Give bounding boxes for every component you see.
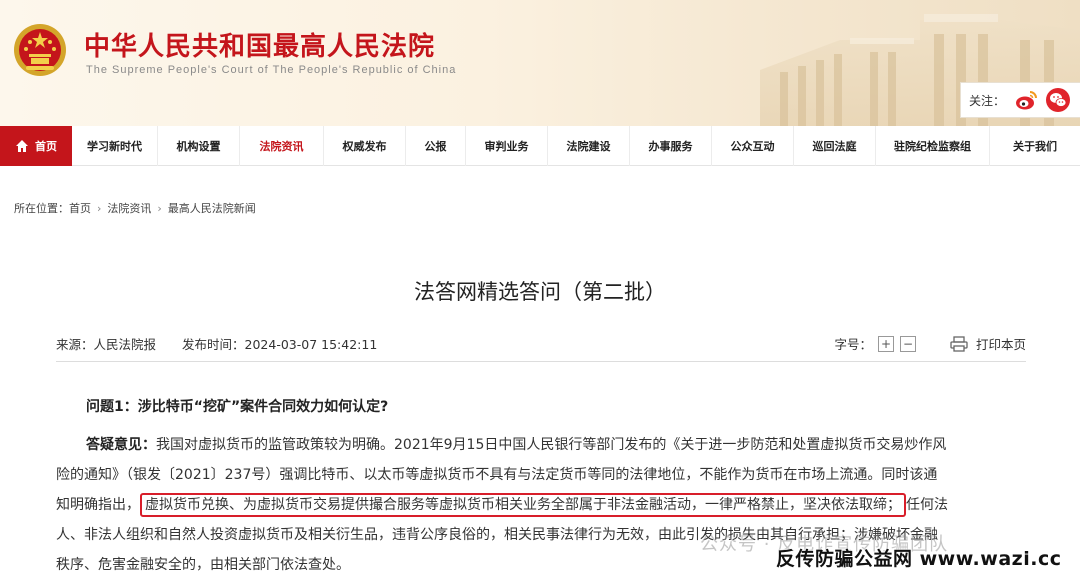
body-text-line-1: 我国对虚拟货币的监管政策较为明确。2021年9月15日中国人民银行等部门发布的《…: [156, 437, 947, 453]
print-label: 打印本页: [975, 337, 1026, 352]
nav-item-court-building[interactable]: 法院建设: [548, 126, 630, 166]
body-text-line-3-post: 任何法: [906, 497, 948, 513]
nav-item-interaction[interactable]: 公众互动: [712, 126, 794, 166]
nav-item-court-news[interactable]: 法院资讯: [240, 126, 324, 166]
breadcrumb-home[interactable]: 首页: [69, 200, 91, 216]
font-decrease-button[interactable]: −: [899, 335, 916, 352]
nav-item-trial[interactable]: 审判业务: [466, 126, 548, 166]
follow-bar: 关注：: [960, 82, 1080, 118]
nav-item-study[interactable]: 学习新时代: [72, 126, 158, 166]
nav-item-releases[interactable]: 权威发布: [324, 126, 406, 166]
breadcrumb-spc-news[interactable]: 最高人民法院新闻: [168, 200, 256, 216]
nav-item-home[interactable]: 首页: [0, 126, 72, 166]
breadcrumb-separator: ›: [157, 201, 162, 215]
body-text-line-2: 险的通知》（银发〔2021〕237号）强调比特币、以太币等虚拟货币不具有与法定货…: [56, 467, 938, 483]
site-title: 中华人民共和国最高人民法院: [84, 32, 436, 62]
nav-item-discipline[interactable]: 驻院纪检监察组: [876, 126, 990, 166]
breadcrumb: 所在位置： 首页 › 法院资讯 › 最高人民法院新闻: [14, 200, 256, 216]
home-icon: [16, 140, 28, 152]
nav-item-circuit-court[interactable]: 巡回法庭: [794, 126, 876, 166]
body-line: 答疑意见：我国对虚拟货币的监管政策较为明确。2021年9月15日中国人民银行等部…: [56, 430, 1024, 460]
watermark-brand: 反传防骗公益网 www.wazi.cc: [776, 548, 1062, 570]
body-text-line-3-pre: 知明确指出，: [56, 497, 140, 513]
site-subtitle: The Supreme People's Court of The People…: [86, 64, 457, 76]
article-meta-bar: 来源：人民法院报 发布时间：2024-03-07 15:42:11 字号： + …: [56, 326, 1026, 362]
site-header: 中华人民共和国最高人民法院 The Supreme People's Court…: [0, 0, 1080, 126]
article-source: 来源：人民法院报: [56, 337, 157, 352]
article-title: 法答网精选答问（第二批）: [414, 280, 666, 304]
body-line: 知明确指出， 虚拟货币兑换、为虚拟货币交易提供撮合服务等虚拟货币相关业务全部属于非…: [56, 490, 1024, 520]
print-button[interactable]: 打印本页: [950, 334, 1026, 353]
nav-item-label: 首页: [35, 140, 57, 153]
wechat-icon[interactable]: [1045, 87, 1071, 113]
nav-item-gazette[interactable]: 公报: [406, 126, 466, 166]
highlighted-passage: 虚拟货币兑换、为虚拟货币交易提供撮合服务等虚拟货币相关业务全部属于非法金融活动，…: [140, 493, 906, 517]
national-emblem-icon: [14, 24, 66, 76]
nav-item-about[interactable]: 关于我们: [990, 126, 1080, 166]
nav-item-services[interactable]: 办事服务: [630, 126, 712, 166]
main-nav: 首页 学习新时代 机构设置 法院资讯 权威发布 公报 审判业务 法院建设 办事服…: [0, 126, 1080, 166]
nav-item-organization[interactable]: 机构设置: [158, 126, 240, 166]
follow-label: 关注：: [969, 93, 1006, 108]
weibo-icon[interactable]: [1013, 87, 1039, 113]
breadcrumb-court-news[interactable]: 法院资讯: [107, 200, 151, 216]
answer-label: 答疑意见：: [86, 437, 156, 453]
font-increase-button[interactable]: +: [877, 335, 894, 352]
breadcrumb-prefix: 所在位置：: [14, 202, 69, 215]
printer-icon: [950, 335, 968, 352]
article-publish-time: 发布时间：2024-03-07 15:42:11: [182, 337, 378, 352]
article-tools: 字号： + − 打印本页: [834, 334, 1026, 353]
font-size-label: 字号：: [834, 337, 872, 352]
question-heading: 问题1：涉比特币“挖矿”案件合同效力如何认定?: [86, 399, 389, 415]
breadcrumb-separator: ›: [97, 201, 102, 215]
